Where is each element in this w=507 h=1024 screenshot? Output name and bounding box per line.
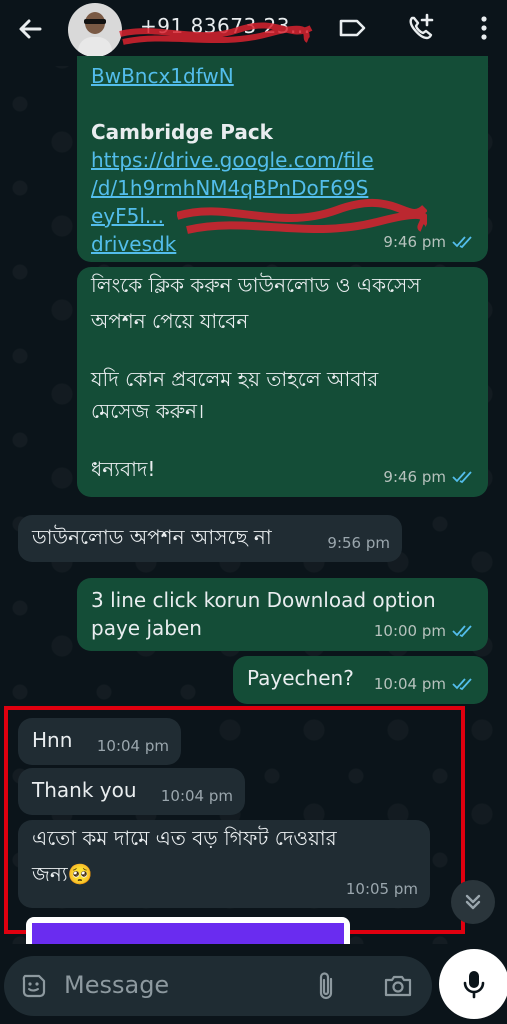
attachment-icon[interactable] [312, 970, 342, 1002]
message-link[interactable]: eyF5l... [91, 202, 164, 230]
media-message-preview[interactable] [26, 917, 350, 947]
message-placeholder: Message [64, 971, 170, 999]
message-bubble-outgoing[interactable]: Payechen? 10:04 pm [233, 656, 488, 704]
message-time: 9:46 pm [383, 468, 446, 486]
message-time: 10:00 pm [373, 622, 446, 640]
message-time: 9:56 pm [327, 534, 390, 552]
message-text-line: 3 line click korun Download option [91, 588, 436, 612]
message-bubble-outgoing[interactable]: 3 line click korun Download option paye … [77, 578, 488, 651]
message-text: ডাউনলোড অপশন আসছে না [32, 525, 272, 549]
sticker-icon[interactable] [20, 972, 48, 1000]
back-arrow-icon[interactable] [14, 13, 46, 45]
add-call-icon[interactable] [404, 12, 436, 44]
message-text-line: paye jaben [91, 616, 202, 640]
message-meta: 9:46 pm [383, 228, 474, 256]
scroll-to-bottom-button[interactable] [451, 880, 495, 924]
label-icon[interactable] [336, 12, 368, 44]
read-receipt-icon [452, 678, 472, 691]
message-time: 9:46 pm [383, 233, 446, 251]
read-receipt-icon [452, 625, 472, 638]
camera-icon[interactable] [382, 970, 414, 1002]
highlight-box [4, 706, 465, 934]
read-receipt-icon [452, 236, 472, 249]
voice-message-button[interactable] [439, 949, 507, 1019]
read-receipt-icon [452, 471, 472, 484]
double-chevron-down-icon [465, 894, 481, 910]
message-bubble-outgoing[interactable]: BwBncx1dfwN Cambridge Pack https://drive… [77, 56, 488, 262]
message-time: 10:04 pm [373, 675, 446, 693]
message-meta: 9:56 pm [327, 529, 390, 557]
message-link[interactable]: https://drive.google.com/file [91, 146, 374, 174]
message-text: Payechen? [247, 666, 354, 690]
message-composer: Message [0, 944, 507, 1024]
microphone-icon [463, 971, 485, 999]
message-meta: 9:46 pm [383, 463, 474, 491]
more-options-icon[interactable] [468, 12, 500, 44]
message-meta: 10:00 pm [374, 617, 474, 645]
message-bubble-incoming[interactable]: ডাউনলোড অপশন আসছে না 9:56 pm [18, 515, 402, 562]
message-bubble-outgoing[interactable]: লিংকে ক্লিক করুন ডাউনলোড ও একসেস অপশন পে… [77, 267, 488, 497]
message-text-line: মেসেজ করুন। [91, 399, 205, 423]
message-input-field[interactable]: Message [4, 956, 432, 1016]
contact-avatar[interactable] [68, 3, 122, 57]
message-link[interactable]: BwBncx1dfwN [91, 62, 234, 90]
redaction-scribble [119, 22, 313, 45]
message-text-line: অপশন পেয়ে যাবেন [91, 309, 249, 333]
message-text-line: যদি কোন প্রবলেম হয় তাহলে আবার [91, 367, 379, 391]
message-link[interactable]: drivesdk [91, 230, 176, 258]
message-title: Cambridge Pack [91, 120, 273, 144]
message-text-line: লিংকে ক্লিক করুন ডাউনলোড ও একসেস [91, 273, 421, 297]
message-meta: 10:04 pm [374, 670, 474, 698]
message-text-line: ধন্যবাদ! [91, 457, 156, 481]
